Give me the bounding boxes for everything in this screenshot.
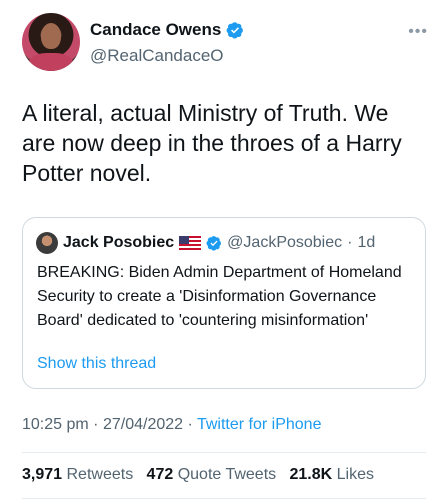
meta-separator: · (187, 416, 197, 433)
retweets-label: Retweets (66, 466, 134, 483)
meta-separator: · (93, 416, 103, 433)
quote-tweets-stat[interactable]: 472 Quote Tweets (147, 466, 277, 483)
author-avatar[interactable] (22, 13, 80, 71)
more-options-icon[interactable]: ••• (408, 23, 428, 41)
tweet-meta: 10:25 pm · 27/04/2022 · Twitter for iPho… (22, 416, 321, 434)
quoted-author-handle: @JackPosobiec (227, 234, 343, 251)
stats-divider-top (22, 452, 426, 453)
tweet-header: Candace Owens @RealCandaceO ••• (22, 13, 432, 75)
author-name-row: Candace Owens (90, 20, 244, 40)
quoted-tweet-card[interactable]: Jack Posobiec @JackPosobiec · 1d BREAKIN… (22, 217, 426, 389)
quote-tweets-count: 472 (146, 466, 174, 483)
quote-tweets-label: Quote Tweets (177, 466, 277, 483)
likes-label: Likes (336, 466, 374, 483)
quoted-tweet-time: 1d (357, 234, 376, 251)
quoted-author-display-name: Jack Posobiec (63, 234, 175, 251)
author-handle[interactable]: @RealCandaceO (90, 46, 224, 66)
quoted-time-separator: · (347, 234, 353, 251)
us-flag-icon (179, 236, 202, 250)
tweet-source-link[interactable]: Twitter for iPhone (197, 416, 322, 433)
tweet-text: A literal, actual Ministry of Truth. We … (22, 100, 402, 186)
retweets-count: 3,971 (22, 466, 63, 483)
likes-count: 21.8K (289, 466, 333, 483)
stats-divider-bottom (22, 498, 426, 499)
tweet-time[interactable]: 10:25 pm (22, 416, 89, 433)
retweets-stat[interactable]: 3,971 Retweets (22, 466, 133, 483)
verified-badge-icon (226, 22, 244, 39)
show-thread-link[interactable]: Show this thread (37, 355, 156, 373)
quoted-tweet-header: Jack Posobiec @JackPosobiec · 1d (36, 232, 375, 254)
author-display-name[interactable]: Candace Owens (90, 20, 221, 40)
quoted-author-avatar (36, 232, 58, 254)
tweet-stats: 3,971 Retweets 472 Quote Tweets 21.8K Li… (22, 466, 374, 484)
quoted-verified-badge-icon (206, 236, 222, 251)
likes-stat[interactable]: 21.8K Likes (289, 466, 374, 483)
quoted-tweet-text: BREAKING: Biden Admin Department of Home… (37, 264, 402, 329)
tweet-date[interactable]: 27/04/2022 (103, 416, 183, 433)
